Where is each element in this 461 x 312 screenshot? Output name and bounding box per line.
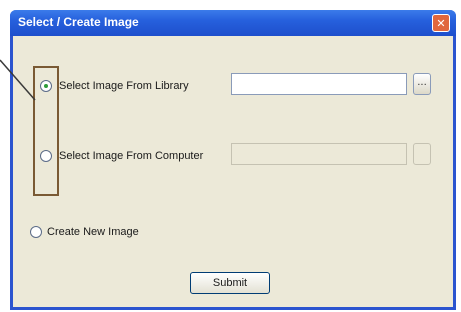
dialog-window: Select / Create Image ✕ Select Image Fro… (10, 10, 456, 310)
computer-input[interactable] (231, 143, 407, 165)
label-create: Create New Image (47, 226, 139, 238)
library-browse-button[interactable]: ... (413, 73, 431, 95)
annotation-highlight-box (33, 66, 59, 196)
radio-create[interactable] (30, 226, 42, 238)
submit-button[interactable]: Submit (190, 272, 270, 294)
computer-browse-button[interactable] (413, 143, 431, 165)
library-input[interactable] (231, 73, 407, 95)
title-bar[interactable]: Select / Create Image ✕ (10, 10, 456, 36)
label-library: Select Image From Library (59, 80, 189, 92)
ellipsis-icon: ... (417, 77, 427, 88)
label-computer: Select Image From Computer (59, 150, 204, 162)
window-title: Select / Create Image (18, 15, 139, 29)
close-icon: ✕ (436, 16, 446, 30)
close-button[interactable]: ✕ (432, 14, 450, 32)
